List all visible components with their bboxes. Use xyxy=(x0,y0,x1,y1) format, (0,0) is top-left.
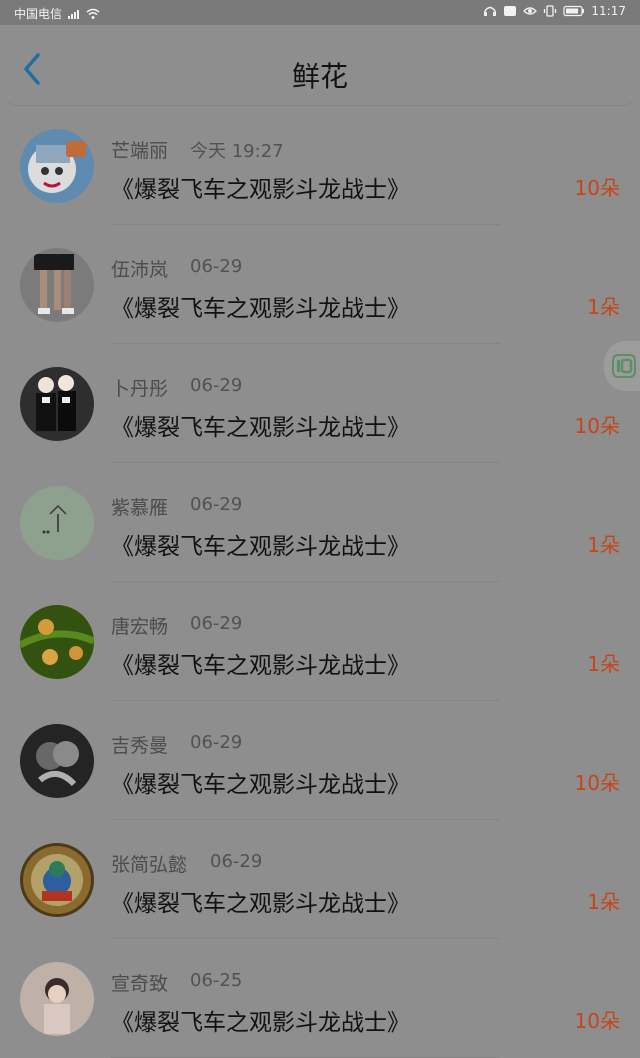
record-title: 《爆裂飞车之观影斗龙战士》 xyxy=(111,891,410,917)
list-item[interactable]: 卜丹彤 06-29 《爆裂飞车之观影斗龙战士》 10朵 xyxy=(0,344,640,463)
user-name: 伍沛岚 xyxy=(111,259,169,281)
girl-portrait-avatar xyxy=(20,962,94,1036)
cell-signal-icon xyxy=(67,8,81,20)
legs-photo-avatar xyxy=(20,248,94,322)
wifi-icon xyxy=(86,8,100,20)
iqiyi-logo-icon xyxy=(612,354,636,378)
user-name: 张简弘懿 xyxy=(111,854,188,876)
list-item[interactable]: 吉秀曼 06-29 《爆裂飞车之观影斗龙战士》 10朵 xyxy=(0,701,640,820)
battery-icon xyxy=(563,5,585,17)
bw-couple-avatar xyxy=(20,724,94,798)
flower-count: 1朵 xyxy=(587,652,620,676)
green-branch-avatar xyxy=(20,605,94,679)
nav-bar: 鲜花 xyxy=(0,25,640,106)
record-title: 《爆裂飞车之观影斗龙战士》 xyxy=(111,177,410,203)
record-date: 06-29 xyxy=(190,375,243,396)
list-item[interactable]: 唐宏畅 06-29 《爆裂飞车之观影斗龙战士》 1朵 xyxy=(0,582,640,701)
carrier-label: 中国电信 xyxy=(14,7,63,21)
list-item[interactable]: 紫慕雁 06-29 《爆裂飞车之观影斗龙战士》 1朵 xyxy=(0,463,640,582)
record-date: 06-29 xyxy=(210,851,263,872)
flower-count: 10朵 xyxy=(574,1009,620,1033)
record-date: 06-29 xyxy=(190,256,243,277)
record-title: 《爆裂飞车之观影斗龙战士》 xyxy=(111,772,410,798)
flower-record-list: 芒端丽 今天 19:27 《爆裂飞车之观影斗龙战士》 10朵 伍沛岚 06-29… xyxy=(0,106,640,1058)
headphones-icon xyxy=(483,5,497,17)
vibrate-icon xyxy=(543,5,557,17)
list-item[interactable]: 芒端丽 今天 19:27 《爆裂飞车之观影斗龙战士》 10朵 xyxy=(0,106,640,225)
user-name: 卜丹彤 xyxy=(111,378,169,400)
status-time: 11:17 xyxy=(591,4,626,18)
record-date: 06-29 xyxy=(190,613,243,634)
flower-count: 10朵 xyxy=(574,771,620,795)
couple-photo-avatar xyxy=(20,367,94,441)
user-name: 宣奇致 xyxy=(111,973,169,995)
user-name: 唐宏畅 xyxy=(111,616,169,638)
mandala-avatar xyxy=(20,843,94,917)
record-date: 06-29 xyxy=(190,732,243,753)
list-item[interactable]: 张简弘懿 06-29 《爆裂飞车之观影斗龙战士》 1朵 xyxy=(0,820,640,939)
hd-icon xyxy=(503,5,517,17)
user-name: 吉秀曼 xyxy=(111,735,169,757)
cartoon-bear-avatar xyxy=(20,129,94,203)
record-title: 《爆裂飞车之观影斗龙战士》 xyxy=(111,534,410,560)
tree-landscape-avatar xyxy=(20,486,94,560)
record-date: 今天 19:27 xyxy=(190,141,284,162)
flower-count: 10朵 xyxy=(574,176,620,200)
side-float-button[interactable] xyxy=(604,341,640,391)
status-bar: 中国电信 11:17 xyxy=(0,0,640,25)
flower-count: 1朵 xyxy=(587,295,620,319)
eye-icon xyxy=(523,5,538,17)
flower-count: 1朵 xyxy=(587,890,620,914)
flower-count: 1朵 xyxy=(587,533,620,557)
user-name: 芒端丽 xyxy=(111,140,169,162)
list-item[interactable]: 伍沛岚 06-29 《爆裂飞车之观影斗龙战士》 1朵 xyxy=(0,225,640,344)
record-date: 06-25 xyxy=(190,970,243,991)
record-title: 《爆裂飞车之观影斗龙战士》 xyxy=(111,296,410,322)
flower-count: 10朵 xyxy=(574,414,620,438)
record-date: 06-29 xyxy=(190,494,243,515)
record-title: 《爆裂飞车之观影斗龙战士》 xyxy=(111,653,410,679)
record-title: 《爆裂飞车之观影斗龙战士》 xyxy=(111,415,410,441)
user-name: 紫慕雁 xyxy=(111,497,169,519)
list-item[interactable]: 宣奇致 06-25 《爆裂飞车之观影斗龙战士》 10朵 xyxy=(0,939,640,1058)
page-title: 鲜花 xyxy=(291,60,348,93)
record-title: 《爆裂飞车之观影斗龙战士》 xyxy=(111,1010,410,1036)
